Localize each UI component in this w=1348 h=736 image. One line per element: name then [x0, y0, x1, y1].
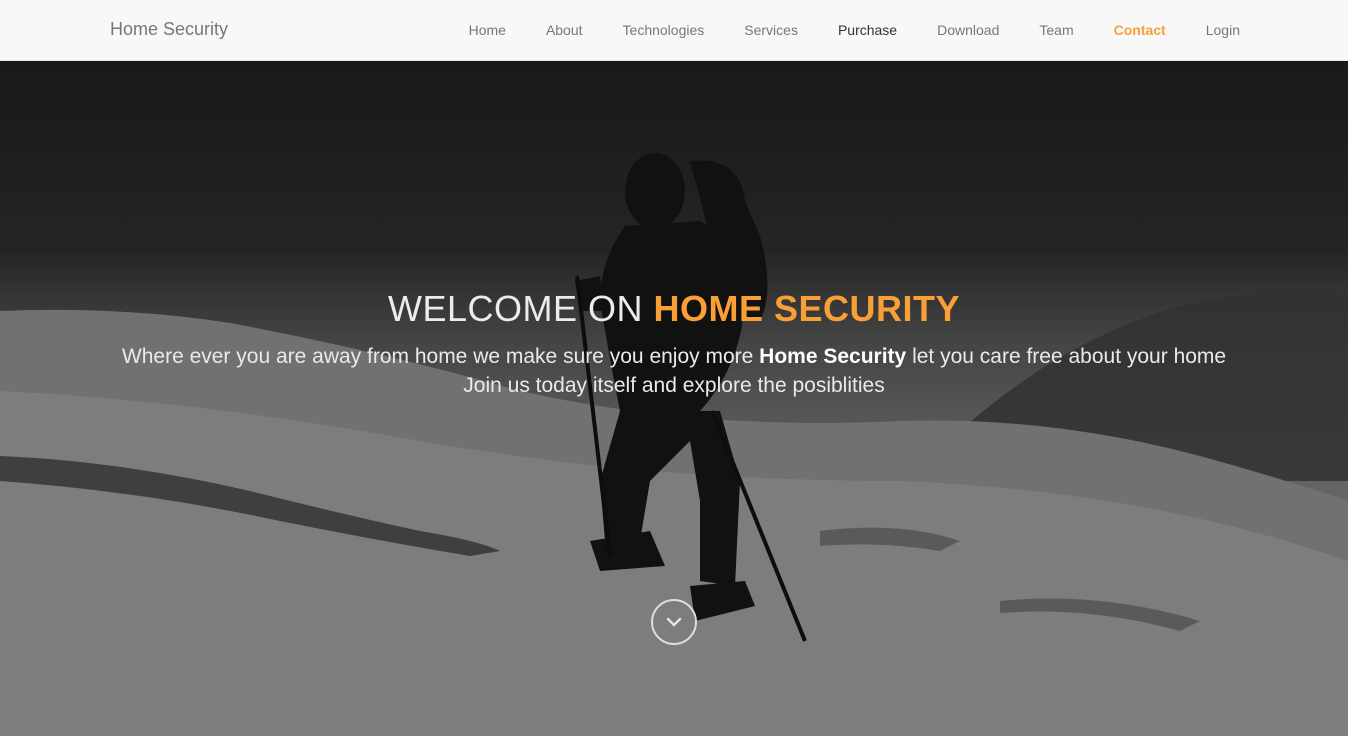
nav-link-contact[interactable]: Contact [1114, 22, 1166, 38]
nav-item-purchase: Purchase [838, 22, 897, 40]
nav-link-download[interactable]: Download [937, 22, 999, 38]
nav-link-purchase[interactable]: Purchase [838, 22, 897, 38]
chevron-down-icon [666, 617, 682, 627]
nav-link-team[interactable]: Team [1039, 22, 1073, 38]
nav-menu: Home About Technologies Services Purchas… [429, 0, 1240, 61]
hero-title-accent: HOME SECURITY [653, 288, 961, 329]
nav-link-login[interactable]: Login [1206, 22, 1240, 38]
hero-line1-bold: Home Security [759, 345, 907, 368]
brand-link[interactable]: Home Security [110, 19, 228, 40]
hero-line1-before: Where ever you are away from home we mak… [121, 345, 754, 368]
nav-link-home[interactable]: Home [469, 22, 506, 38]
nav-link-services[interactable]: Services [744, 22, 798, 38]
nav-item-about: About [546, 22, 583, 40]
nav-item-download: Download [937, 22, 999, 40]
nav-item-login: Login [1206, 22, 1240, 40]
nav-item-home: Home [469, 22, 506, 40]
scroll-down-button[interactable] [651, 599, 697, 645]
hero-line1-after: let you care free about your home [912, 345, 1227, 368]
nav-item-services: Services [744, 22, 798, 40]
hero-section: WELCOME ON HOME SECURITY Where ever you … [0, 61, 1348, 736]
nav-item-team: Team [1039, 22, 1073, 40]
hero-subtitle: Where ever you are away from home we mak… [0, 342, 1348, 400]
top-navbar: Home Security Home About Technologies Se… [0, 0, 1348, 61]
hero-line2: Join us today itself and explore the pos… [463, 374, 885, 397]
nav-link-about[interactable]: About [546, 22, 583, 38]
hero-title: WELCOME ON HOME SECURITY [0, 288, 1348, 330]
nav-item-technologies: Technologies [623, 22, 705, 40]
nav-link-technologies[interactable]: Technologies [623, 22, 705, 38]
hero-title-prefix: WELCOME ON [387, 288, 643, 329]
hero-text: WELCOME ON HOME SECURITY Where ever you … [0, 288, 1348, 400]
nav-item-contact: Contact [1114, 22, 1166, 40]
